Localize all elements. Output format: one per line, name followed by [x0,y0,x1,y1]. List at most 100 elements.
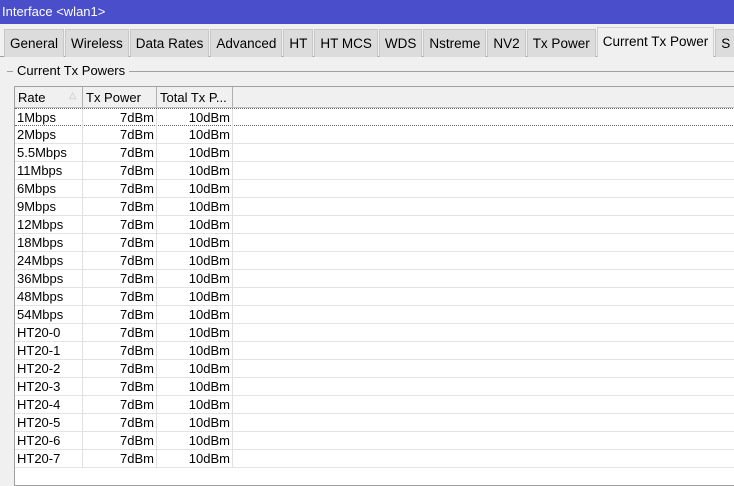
column-header-tx-power[interactable]: Tx Power [83,87,157,107]
table-row[interactable]: 5.5Mbps 7dBm 10dBm [15,144,734,162]
rate-cell: 1Mbps [15,109,83,127]
tx-power-cell: 7dBm [83,144,157,162]
rate-cell: HT20-0 [15,324,83,342]
tx-power-cell: 7dBm [83,288,157,306]
tx-power-cell: 7dBm [83,432,157,450]
tx-power-cell: 7dBm [83,216,157,234]
tx-power-cell: 7dBm [83,360,157,378]
rate-cell: 12Mbps [15,216,83,234]
total-tx-power-cell: 10dBm [157,396,233,414]
table-row[interactable]: 1Mbps 7dBm 10dBm [15,108,734,127]
tab-s[interactable]: S [715,29,734,57]
tab-ht-mcs[interactable]: HT MCS [314,29,378,57]
table-row[interactable]: HT20-6 7dBm 10dBm [15,432,734,450]
table-row[interactable]: HT20-3 7dBm 10dBm [15,378,734,396]
tab-ht[interactable]: HT [283,29,314,57]
rate-cell: 11Mbps [15,162,83,180]
table-row[interactable]: 24Mbps 7dBm 10dBm [15,252,734,270]
table-row[interactable]: 11Mbps 7dBm 10dBm [15,162,734,180]
table-row[interactable]: 54Mbps 7dBm 10dBm [15,306,734,324]
rate-cell: 36Mbps [15,270,83,288]
rate-cell: HT20-6 [15,432,83,450]
total-tx-power-cell: 10dBm [157,432,233,450]
table-row[interactable]: 48Mbps 7dBm 10dBm [15,288,734,306]
table-row[interactable]: HT20-1 7dBm 10dBm [15,342,734,360]
rate-cell: 18Mbps [15,234,83,252]
tx-power-cell: 7dBm [83,252,157,270]
tx-power-cell: 7dBm [83,396,157,414]
table-row[interactable]: 9Mbps 7dBm 10dBm [15,198,734,216]
tx-power-cell: 7dBm [83,306,157,324]
total-tx-power-cell: 10dBm [157,288,233,306]
tx-power-cell: 7dBm [83,180,157,198]
tx-power-cell: 7dBm [83,126,157,144]
table-row[interactable]: 2Mbps 7dBm 10dBm [15,126,734,144]
tx-power-cell: 7dBm [83,162,157,180]
rate-cell: HT20-4 [15,396,83,414]
total-tx-power-cell: 10dBm [157,198,233,216]
table-row[interactable]: 6Mbps 7dBm 10dBm [15,180,734,198]
total-tx-power-cell: 10dBm [157,216,233,234]
tx-power-table: Rate △ Tx Power Total Tx P... 1Mbps 7dBm 10… [14,86,734,486]
total-tx-power-cell: 10dBm [157,378,233,396]
tx-power-cell: 7dBm [83,342,157,360]
tab-nv2[interactable]: NV2 [487,29,526,57]
tab-tx-power[interactable]: Tx Power [526,29,596,57]
tab-nstreme[interactable]: Nstreme [423,29,487,57]
total-tx-power-cell: 10dBm [157,144,233,162]
tx-power-cell: 7dBm [83,270,157,288]
total-tx-power-cell: 10dBm [157,450,233,468]
column-header-rate[interactable]: Rate △ [15,87,83,107]
rate-cell: HT20-3 [15,378,83,396]
tab-advanced[interactable]: Advanced [210,29,283,57]
total-tx-power-cell: 10dBm [157,414,233,432]
rate-cell: HT20-2 [15,360,83,378]
rate-cell: 5.5Mbps [15,144,83,162]
rate-cell: 54Mbps [15,306,83,324]
tx-power-cell: 7dBm [83,450,157,468]
tab-current-tx-power[interactable]: Current Tx Power [596,27,715,57]
group-label: Current Tx Powers [13,63,130,78]
rate-cell: HT20-1 [15,342,83,360]
sort-ascending-icon: △ [69,90,76,100]
table-row[interactable]: 36Mbps 7dBm 10dBm [15,270,734,288]
table-row[interactable]: 18Mbps 7dBm 10dBm [15,234,734,252]
tx-power-cell: 7dBm [83,378,157,396]
table-row[interactable]: 12Mbps 7dBm 10dBm [15,216,734,234]
total-tx-power-cell: 10dBm [157,234,233,252]
table-row[interactable]: HT20-5 7dBm 10dBm [15,414,734,432]
total-tx-power-cell: 10dBm [157,270,233,288]
tab-wds[interactable]: WDS [378,29,423,57]
rate-cell: HT20-7 [15,450,83,468]
total-tx-power-cell: 10dBm [157,360,233,378]
table-row[interactable]: HT20-4 7dBm 10dBm [15,396,734,414]
tab-general[interactable]: General [4,29,65,57]
rate-cell: 2Mbps [15,126,83,144]
column-header-total-tx-power[interactable]: Total Tx P... [157,87,233,107]
tx-power-cell: 7dBm [83,324,157,342]
total-tx-power-cell: 10dBm [157,126,233,144]
total-tx-power-cell: 10dBm [157,324,233,342]
table-header: Rate △ Tx Power Total Tx P... [15,87,734,108]
table-row[interactable]: HT20-0 7dBm 10dBm [15,324,734,342]
total-tx-power-cell: 10dBm [157,162,233,180]
total-tx-power-cell: 10dBm [157,342,233,360]
rate-cell: 24Mbps [15,252,83,270]
tab-data-rates[interactable]: Data Rates [129,29,210,57]
rate-cell: HT20-5 [15,414,83,432]
total-tx-power-cell: 10dBm [157,306,233,324]
tx-power-cell: 7dBm [83,198,157,216]
table-row[interactable]: HT20-7 7dBm 10dBm [15,450,734,468]
tx-power-cell: 7dBm [83,109,157,127]
tx-power-cell: 7dBm [83,234,157,252]
total-tx-power-cell: 10dBm [157,180,233,198]
rate-cell: 48Mbps [15,288,83,306]
window-title: Interface <wlan1> [0,0,734,24]
total-tx-power-cell: 10dBm [157,252,233,270]
total-tx-power-cell: 10dBm [157,109,233,127]
tab-bar: General Wireless Data Rates Advanced HT HT MC… [4,27,734,57]
tab-wireless[interactable]: Wireless [65,29,129,57]
table-row[interactable]: HT20-2 7dBm 10dBm [15,360,734,378]
rate-cell: 6Mbps [15,180,83,198]
tx-power-cell: 7dBm [83,414,157,432]
